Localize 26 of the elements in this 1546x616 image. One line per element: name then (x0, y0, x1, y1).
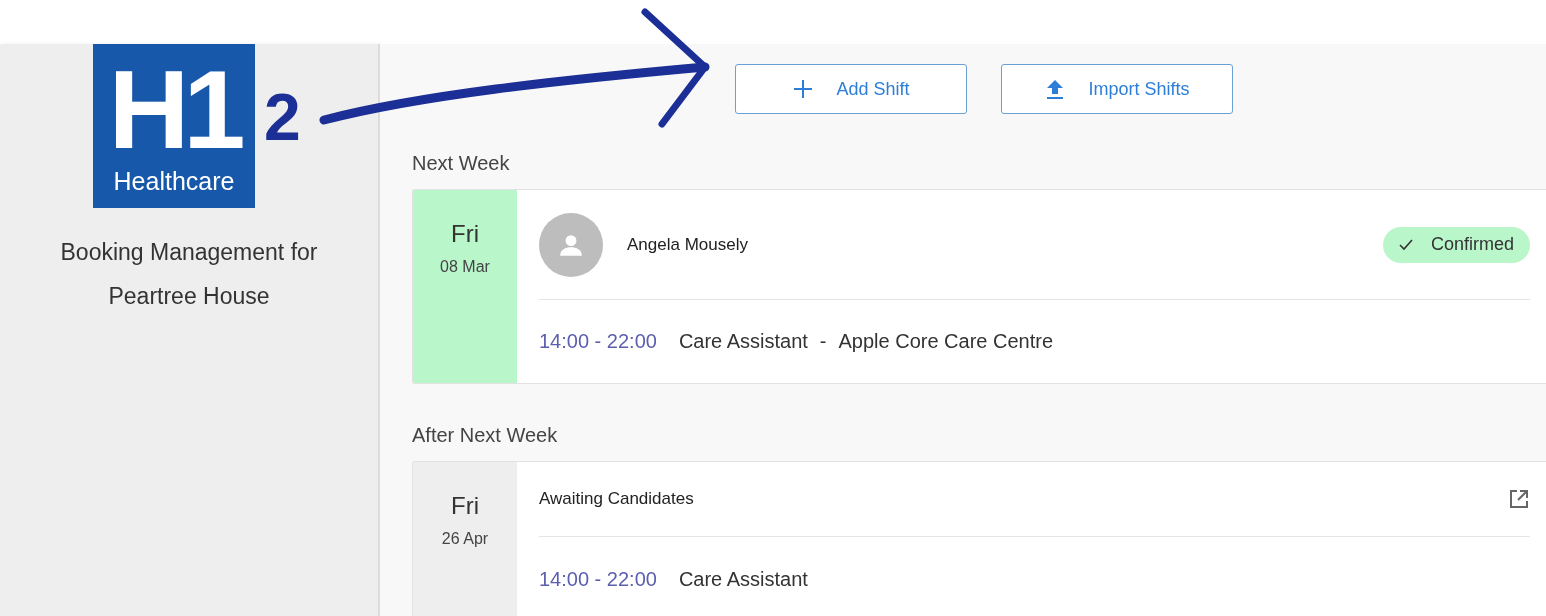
status-chip: Confirmed (1382, 226, 1530, 263)
shift-date: 26 Apr (441, 530, 489, 548)
weekday: Fri (451, 492, 479, 520)
shift-location: Apple Core Care Centre (838, 329, 1054, 353)
sidebar-title: Booking Management for Peartree House (59, 238, 319, 311)
shift-card[interactable]: Fri 08 Mar Angela Mousely Confirmed 14:00 - 22:00 Care Assistant - Apple Core Care Centre (412, 189, 1546, 384)
shift-role: Care Assistant (678, 329, 808, 353)
person-name: Angela Mousely (627, 234, 748, 255)
step-number: 2 (264, 84, 301, 150)
section-heading: After Next Week (412, 424, 559, 447)
shift-time: 14:00 - 22:00 (539, 567, 657, 591)
weekday: Fri (451, 220, 479, 248)
shift-card[interactable]: Fri 26 Apr Awaiting Candidates 14:00 - 22:00 Care Assistant (412, 461, 1546, 616)
shift-status-title: Awaiting Candidates (539, 489, 694, 509)
shift-date: 08 Mar (440, 258, 490, 276)
check-icon (1398, 238, 1413, 251)
shift-role: Care Assistant (678, 567, 808, 591)
section-heading: Next Week (412, 152, 511, 175)
logo-subtitle: Healthcare (113, 166, 235, 196)
separator: - (819, 329, 827, 353)
external-link-icon[interactable] (1508, 488, 1530, 510)
import-shift-button[interactable]: Import Shifts (1001, 64, 1233, 114)
plus-icon (792, 78, 815, 100)
add-shift-button[interactable]: Add Shift (735, 64, 967, 114)
logo-mark: H1 (108, 56, 240, 164)
shift-time: 14:00 - 22:00 (539, 329, 657, 353)
